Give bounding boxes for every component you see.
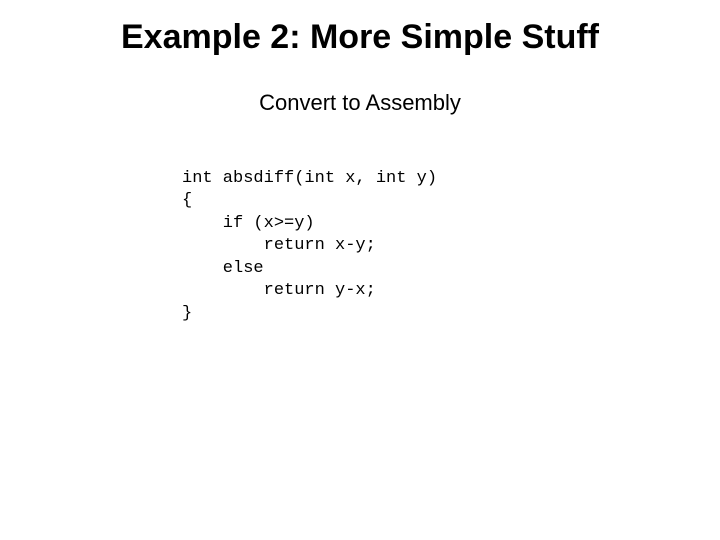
code-line: } [182,304,192,323]
code-line: int absdiff(int x, int y) [182,169,437,188]
slide-title: Example 2: More Simple Stuff [0,18,720,57]
code-line: return y-x; [182,281,376,300]
code-block: int absdiff(int x, int y) { if (x>=y) re… [182,168,437,325]
code-line: { [182,191,192,210]
slide-subtitle: Convert to Assembly [0,90,720,116]
code-line: if (x>=y) [182,214,315,233]
code-line: return x-y; [182,236,376,255]
code-line: else [182,259,264,278]
slide: Example 2: More Simple Stuff Convert to … [0,0,720,540]
